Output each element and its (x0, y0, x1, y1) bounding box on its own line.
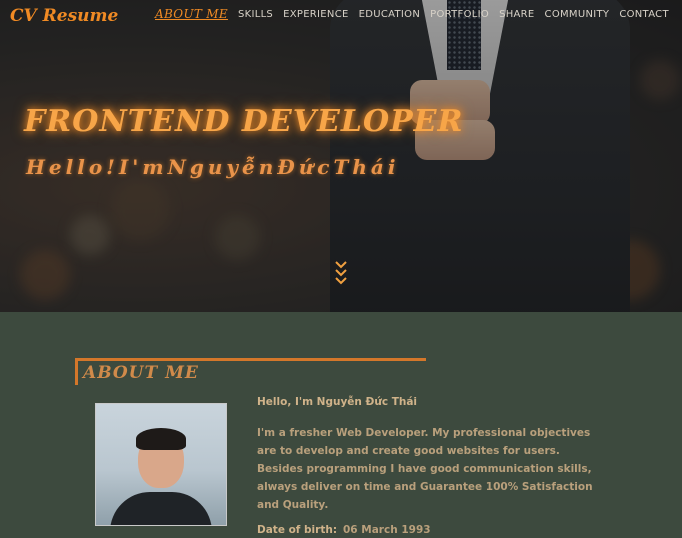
nav-item-education[interactable]: EDUCATION (359, 9, 421, 21)
about-heading-frame: ABOUT ME (75, 358, 426, 385)
profile-photo (95, 403, 227, 526)
double-chevron-down-icon[interactable] (333, 258, 349, 288)
nav-item-contact[interactable]: CONTACT (619, 9, 669, 21)
dob-label: Date of birth: (257, 524, 338, 536)
site-logo[interactable]: CV Resume (10, 6, 118, 26)
section-title: ABOUT ME (83, 363, 199, 383)
nav-item-skills[interactable]: SKILLS (238, 9, 273, 21)
nav-item-community[interactable]: COMMUNITY (545, 9, 610, 21)
nav-item-about-me[interactable]: ABOUT ME (155, 7, 228, 21)
hero-banner: CV Resume ABOUT ME SKILLS EXPERIENCE EDU… (0, 0, 682, 312)
nav-item-portfolio[interactable]: PORTFOLIO (430, 9, 489, 21)
main-nav: ABOUT ME SKILLS EXPERIENCE EDUCATION POR… (155, 7, 669, 21)
dob-value: 06 March 1993 (343, 524, 431, 536)
hero-title: FRONTEND DEVELOPER (24, 104, 464, 139)
hero-subtitle: Hello!I'mNguyễnĐứcThái (26, 155, 400, 179)
about-bio: I'm a fresher Web Developer. My professi… (257, 427, 593, 511)
nav-item-share[interactable]: SHARE (499, 9, 534, 21)
nav-item-experience[interactable]: EXPERIENCE (283, 9, 349, 21)
about-greeting: Hello, I'm Nguyễn Đức Thái (257, 396, 418, 408)
